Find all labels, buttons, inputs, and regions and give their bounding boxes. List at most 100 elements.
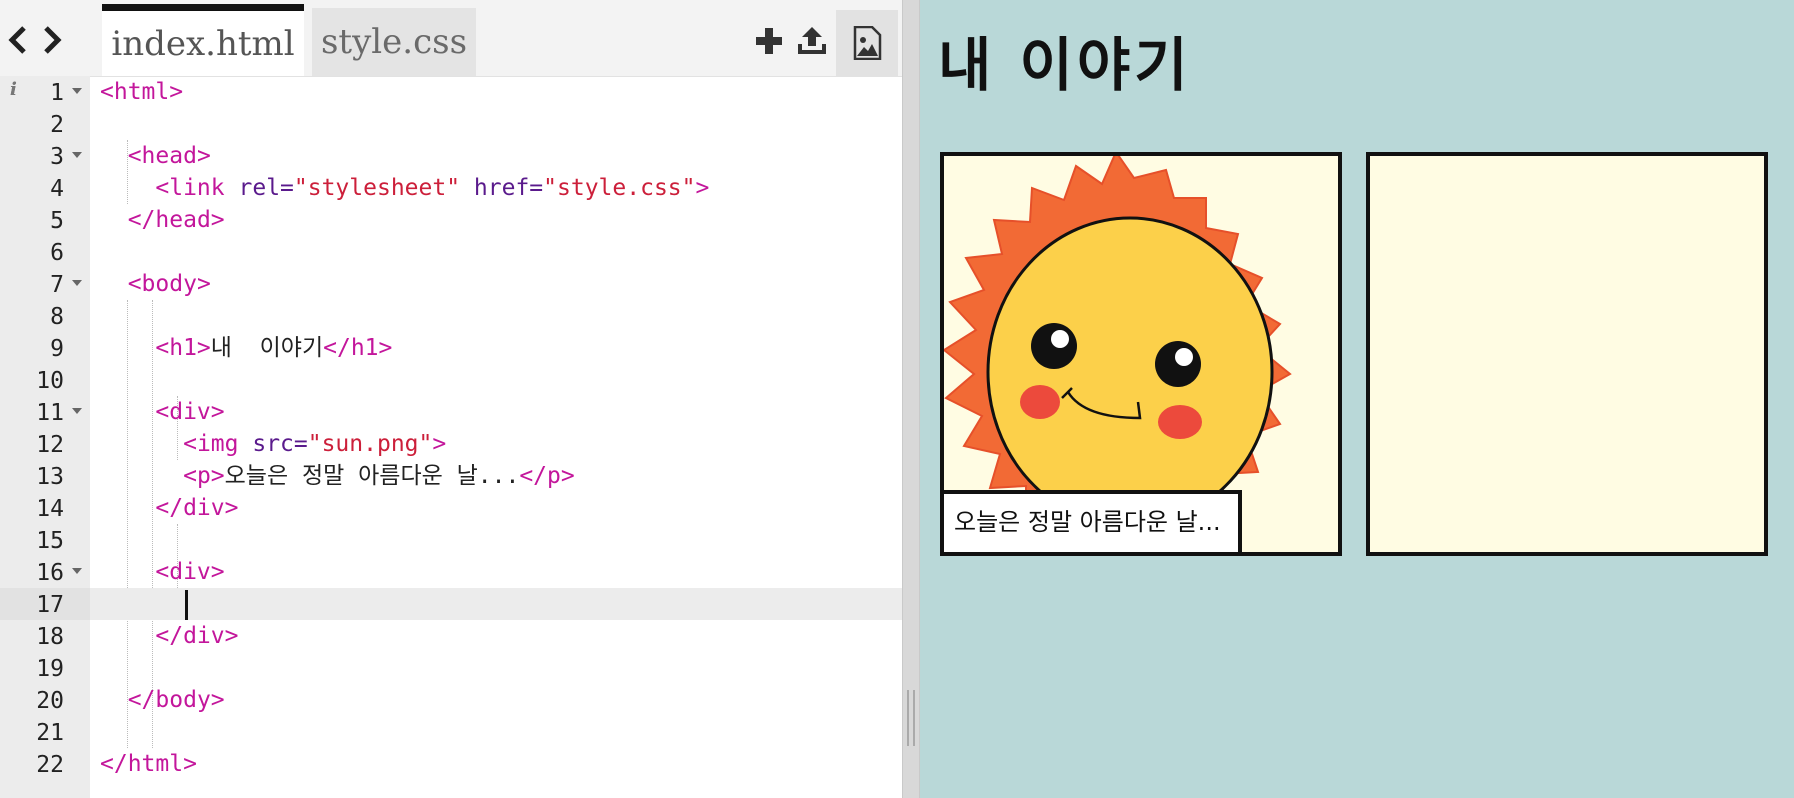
line-number: 15: [0, 524, 90, 556]
code-line-9: <h1>내 이야기</h1>: [90, 332, 902, 364]
line-number-text: 6: [50, 240, 64, 266]
p-text: 오늘은 정말 아름다운 날...: [224, 463, 520, 489]
line-number: 20: [0, 684, 90, 716]
forward-arrow-icon[interactable]: [34, 20, 70, 60]
body-close-tag: </body>: [127, 687, 225, 713]
plus-icon[interactable]: [750, 22, 788, 60]
link-tag: <link: [155, 175, 225, 201]
text-cursor: [185, 590, 188, 620]
code-line-12: <img src="sun.png">: [90, 428, 902, 460]
h1-open-tag: <h1>: [155, 335, 211, 361]
story-panel-1: 오늘은 정말 아름다운 날...: [940, 152, 1342, 556]
line-number: 1i: [0, 76, 90, 108]
line-number-text: 1: [50, 80, 64, 106]
head-open-tag: <head>: [127, 143, 211, 169]
code-line-16: <div>: [90, 556, 902, 588]
line-number-text: 12: [36, 432, 64, 458]
line-number: 18: [0, 620, 90, 652]
line-number-text: 21: [36, 720, 64, 746]
fold-toggle-icon[interactable]: [72, 88, 82, 94]
div-close-tag: </div>: [155, 623, 239, 649]
line-number-text: 16: [36, 560, 64, 586]
code-area[interactable]: <html> <head> <link rel="stylesheet" hre…: [90, 76, 902, 798]
info-icon[interactable]: i: [10, 79, 17, 100]
line-number-text: 9: [50, 336, 64, 362]
pane-resize-handle[interactable]: [902, 0, 920, 798]
img-close: >: [432, 431, 447, 457]
fold-toggle-icon[interactable]: [72, 408, 82, 414]
h1-close-tag: </h1>: [323, 335, 393, 361]
p-close-tag: </p>: [519, 463, 575, 489]
line-number: 14: [0, 492, 90, 524]
story-panel-2: [1366, 152, 1768, 556]
href-attr: href=: [473, 175, 544, 201]
p-open-tag: <p>: [183, 463, 225, 489]
code-line-7: <body>: [90, 268, 902, 300]
indent-guide: [152, 300, 153, 748]
h1-text: 내 이야기: [210, 335, 324, 361]
line-number-text: 19: [36, 656, 64, 682]
line-number-text: 20: [36, 688, 64, 714]
code-line-18: </div>: [90, 620, 902, 652]
fold-toggle-icon[interactable]: [72, 280, 82, 286]
line-number-text: 22: [36, 752, 64, 778]
rel-value: "stylesheet": [293, 175, 461, 201]
code-line-4: <link rel="stylesheet" href="style.css">: [90, 172, 902, 204]
line-number-text: 3: [50, 144, 64, 170]
indent-guide: [127, 300, 128, 748]
line-number: 3: [0, 140, 90, 172]
head-close-tag: </head>: [127, 207, 225, 233]
img-tag: <img: [183, 431, 239, 457]
line-number-text: 15: [36, 528, 64, 554]
line-number: 10: [0, 364, 90, 396]
line-number: 11: [0, 396, 90, 428]
line-number: 6: [0, 236, 90, 268]
link-close: >: [695, 175, 710, 201]
code-line-14: </div>: [90, 492, 902, 524]
rel-attr: rel=: [238, 175, 294, 201]
preview-heading: 내 이야기: [938, 31, 1192, 99]
div-open-tag: <div>: [155, 559, 225, 585]
line-number-text: 2: [50, 112, 64, 138]
tab-index-html[interactable]: index.html: [102, 4, 304, 76]
code-line-3: <head>: [90, 140, 902, 172]
line-number-text: 14: [36, 496, 64, 522]
line-number: 19: [0, 652, 90, 684]
fold-toggle-icon[interactable]: [72, 568, 82, 574]
code-line-1: <html>: [90, 76, 902, 108]
code-line-17-current[interactable]: [90, 588, 902, 620]
div-close-tag: </div>: [155, 495, 239, 521]
back-arrow-icon[interactable]: [0, 20, 36, 60]
line-number-text: 8: [50, 304, 64, 330]
line-number: 16: [0, 556, 90, 588]
upload-icon[interactable]: [793, 22, 831, 60]
fold-toggle-icon[interactable]: [72, 152, 82, 158]
line-number: 9: [0, 332, 90, 364]
tab-label: index.html: [111, 23, 295, 64]
line-number: 22: [0, 748, 90, 780]
code-line-5: </head>: [90, 204, 902, 236]
line-number-text: 11: [36, 400, 64, 426]
line-number-text: 4: [50, 176, 64, 202]
code-line-13: <p>오늘은 정말 아름다운 날...</p>: [90, 460, 902, 492]
code-line-11: <div>: [90, 396, 902, 428]
src-attr: src=: [252, 431, 308, 457]
code-editor[interactable]: index.html style.css i 1 i 2 3 4 5 6 7 8 9 10 11 12 1…: [0, 0, 902, 798]
href-value: "style.css": [543, 175, 696, 201]
html-close-tag: </html>: [100, 751, 197, 777]
line-number: 7: [0, 268, 90, 300]
line-number-text: 10: [36, 368, 64, 394]
code-line-22: </html>: [90, 748, 902, 780]
tab-style-css[interactable]: style.css: [312, 8, 476, 76]
line-number: 12: [0, 428, 90, 460]
div-open-tag: <div>: [155, 399, 225, 425]
line-number: 4: [0, 172, 90, 204]
line-number-text: 13: [36, 464, 64, 490]
line-number: 5: [0, 204, 90, 236]
line-number: 2: [0, 108, 90, 140]
image-icon[interactable]: [836, 10, 898, 76]
preview-pane: 내 이야기 오늘은 정말 아름다운 날...: [920, 0, 1794, 798]
line-number: 17: [0, 588, 90, 620]
body-open-tag: <body>: [127, 271, 211, 297]
line-number: 13: [0, 460, 90, 492]
